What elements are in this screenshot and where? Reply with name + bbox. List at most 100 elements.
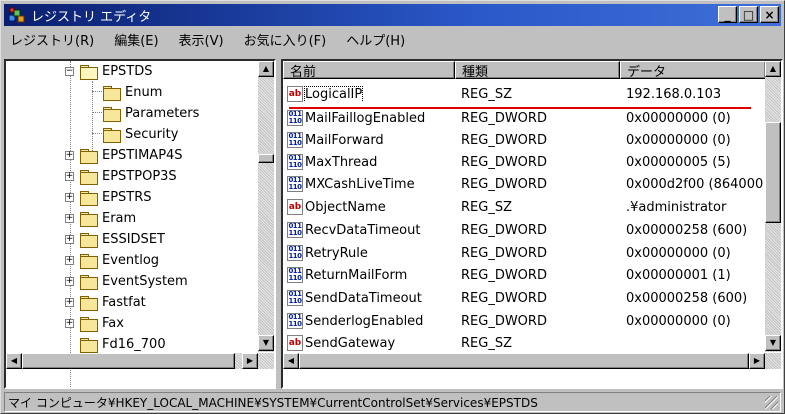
tree-item-fax[interactable]: + Fax [65,314,124,333]
collapse-icon[interactable]: − [65,67,74,76]
value-row-mailfaillogenabled[interactable]: 011 110 MailFaillogEnabled REG_DWORD 0x00… [283,107,770,129]
menu-favorites[interactable]: お気に入り(F) [234,30,337,49]
folder-icon [80,233,98,248]
tree-item-epstpop3s[interactable]: + EPSTPOP3S [65,167,177,186]
value-row-recvdatatimeout[interactable]: 011 110 RecvDataTimeout REG_DWORD 0x00000… [283,219,770,241]
list-horizontal-scrollbar[interactable]: ◀ ▶ [283,353,781,369]
registry-editor-window: レジストリ エディタ _ □ × レジストリ(R) 編集(E) 表示(V) お気… [0,0,785,414]
status-path: マイ コンピュータ¥HKEY_LOCAL_MACHINE¥SYSTEM¥Curr… [8,395,538,410]
value-row-maxthread[interactable]: 011 110 MaxThread REG_DWORD 0x00000005 (5… [283,151,770,173]
folder-icon [103,86,121,101]
scroll-thumb[interactable] [765,122,781,223]
expand-icon[interactable]: + [65,319,74,328]
value-name: MailForward [305,132,384,148]
expand-icon[interactable]: + [65,298,74,307]
binary-value-icon: 011 110 [287,176,303,192]
value-name: SenderlogEnabled [305,313,424,329]
scroll-thumb[interactable] [299,353,749,369]
tree-item-label: EPSTDS [102,64,153,79]
value-row-logicalip[interactable]: ab LogicalIP REG_SZ 192.168.0.103 [283,83,770,105]
scroll-thumb[interactable] [22,353,235,369]
folder-icon [80,338,98,353]
value-type: REG_DWORD [461,132,547,148]
tree-item-parameters[interactable]: Parameters [103,104,199,123]
tree-item-epstds[interactable]: − EPSTDS [65,62,153,81]
folder-icon [103,128,121,143]
value-type: REG_DWORD [461,222,547,238]
binary-value-icon: 011 110 [287,110,303,126]
expand-icon[interactable]: + [65,235,74,244]
scroll-right-icon[interactable]: ▶ [749,353,765,369]
scroll-down-icon[interactable]: ▼ [258,335,274,351]
list-vertical-scrollbar[interactable]: ▲ ▼ [765,61,781,352]
menu-view[interactable]: 表示(V) [169,30,234,49]
tree-item-label: EPSTIMAP4S [102,148,183,163]
folder-icon [80,317,98,332]
tree-item-eventlog[interactable]: + Eventlog [65,251,159,270]
value-row-retryrule[interactable]: 011 110 RetryRule REG_DWORD 0x00000000 (0… [283,242,770,264]
value-row-mxcashlivetime[interactable]: 011 110 MXCashLiveTime REG_DWORD 0x000d2f… [283,173,770,195]
scroll-down-icon[interactable]: ▼ [765,335,781,351]
expand-icon[interactable]: + [65,151,74,160]
minimize-button[interactable]: _ [718,6,737,23]
tree-item-label: Security [125,127,179,142]
value-row-senderlogenabled[interactable]: 011 110 SenderlogEnabled REG_DWORD 0x0000… [283,310,770,332]
tree-item-essidset[interactable]: + ESSIDSET [65,230,165,249]
expand-icon[interactable]: + [65,277,74,286]
scroll-up-icon[interactable]: ▲ [765,61,781,77]
value-data: .¥administrator [626,199,727,215]
tree-item-fd16-700[interactable]: Fd16_700 [80,335,166,354]
value-type: REG_DWORD [461,313,547,329]
scroll-thumb[interactable] [258,154,274,163]
maximize-button[interactable]: □ [739,6,758,23]
menu-help[interactable]: ヘルプ(H) [336,30,415,49]
value-row-senddatatimeout[interactable]: 011 110 SendDataTimeout REG_DWORD 0x00000… [283,287,770,309]
value-row-sendgateway[interactable]: ab SendGateway REG_SZ [283,332,770,354]
tree-item-fastfat[interactable]: + Fastfat [65,293,146,312]
string-value-icon: ab [287,335,303,351]
tree-item-epstrs[interactable]: + EPSTRS [65,188,152,207]
scroll-left-icon[interactable]: ◀ [6,353,22,369]
column-header-data[interactable]: データ [620,61,766,79]
value-name: MaxThread [305,154,378,170]
folder-icon [80,212,98,227]
menu-registry[interactable]: レジストリ(R) [4,30,104,49]
tree-vertical-scrollbar[interactable]: ▲ ▼ [258,61,274,352]
resize-grip-icon[interactable] [765,396,778,409]
value-type: REG_DWORD [461,110,547,126]
binary-value-icon: 011 110 [287,290,303,306]
tree-item-eventsystem[interactable]: + EventSystem [65,272,188,291]
tree-item-label: Fd16_700 [102,337,166,352]
tree-item-security[interactable]: Security [103,125,178,144]
scroll-right-icon[interactable]: ▶ [242,353,258,369]
folder-icon [103,107,121,122]
expand-icon[interactable]: + [65,214,74,223]
tree-item-epstimap4s[interactable]: + EPSTIMAP4S [65,146,183,165]
expand-icon[interactable]: + [65,256,74,265]
scroll-left-icon[interactable]: ◀ [283,353,299,369]
tree-item-label: Eventlog [102,253,160,268]
column-header-name[interactable]: 名前 [283,61,455,79]
tree-item-label: EPSTPOP3S [102,169,177,184]
tree-item-eram[interactable]: + Eram [65,209,136,228]
title-bar[interactable]: レジストリ エディタ _ □ × [4,4,781,26]
value-list-pane[interactable]: 名前 種類 データ ab LogicalIP REG_SZ 192.168.0.1… [281,59,783,389]
window-title: レジストリ エディタ [31,9,152,25]
tree-item-label: EventSystem [102,274,188,289]
expand-icon[interactable]: + [65,172,74,181]
tree-item-enum[interactable]: Enum [103,83,162,102]
menu-edit[interactable]: 編集(E) [104,30,168,49]
tree-item-label: Fax [102,316,124,331]
key-tree-pane[interactable]: − EPSTDS Enum Parameters Security + EPST… [4,59,276,389]
value-row-objectname[interactable]: ab ObjectName REG_SZ .¥administrator [283,196,770,218]
tree-horizontal-scrollbar[interactable]: ◀ ▶ [6,353,274,369]
value-row-returnmailform[interactable]: 011 110 ReturnMailForm REG_DWORD 0x000000… [283,264,770,286]
value-row-mailforward[interactable]: 011 110 MailForward REG_DWORD 0x00000000 … [283,129,770,151]
column-header-type[interactable]: 種類 [455,61,620,79]
expand-icon[interactable]: + [65,193,74,202]
value-data: 192.168.0.103 [626,86,722,102]
close-button[interactable]: × [760,6,779,23]
value-data: 0x00000005 (5) [626,154,731,170]
value-type: REG_DWORD [461,176,547,192]
scroll-up-icon[interactable]: ▲ [258,61,274,77]
